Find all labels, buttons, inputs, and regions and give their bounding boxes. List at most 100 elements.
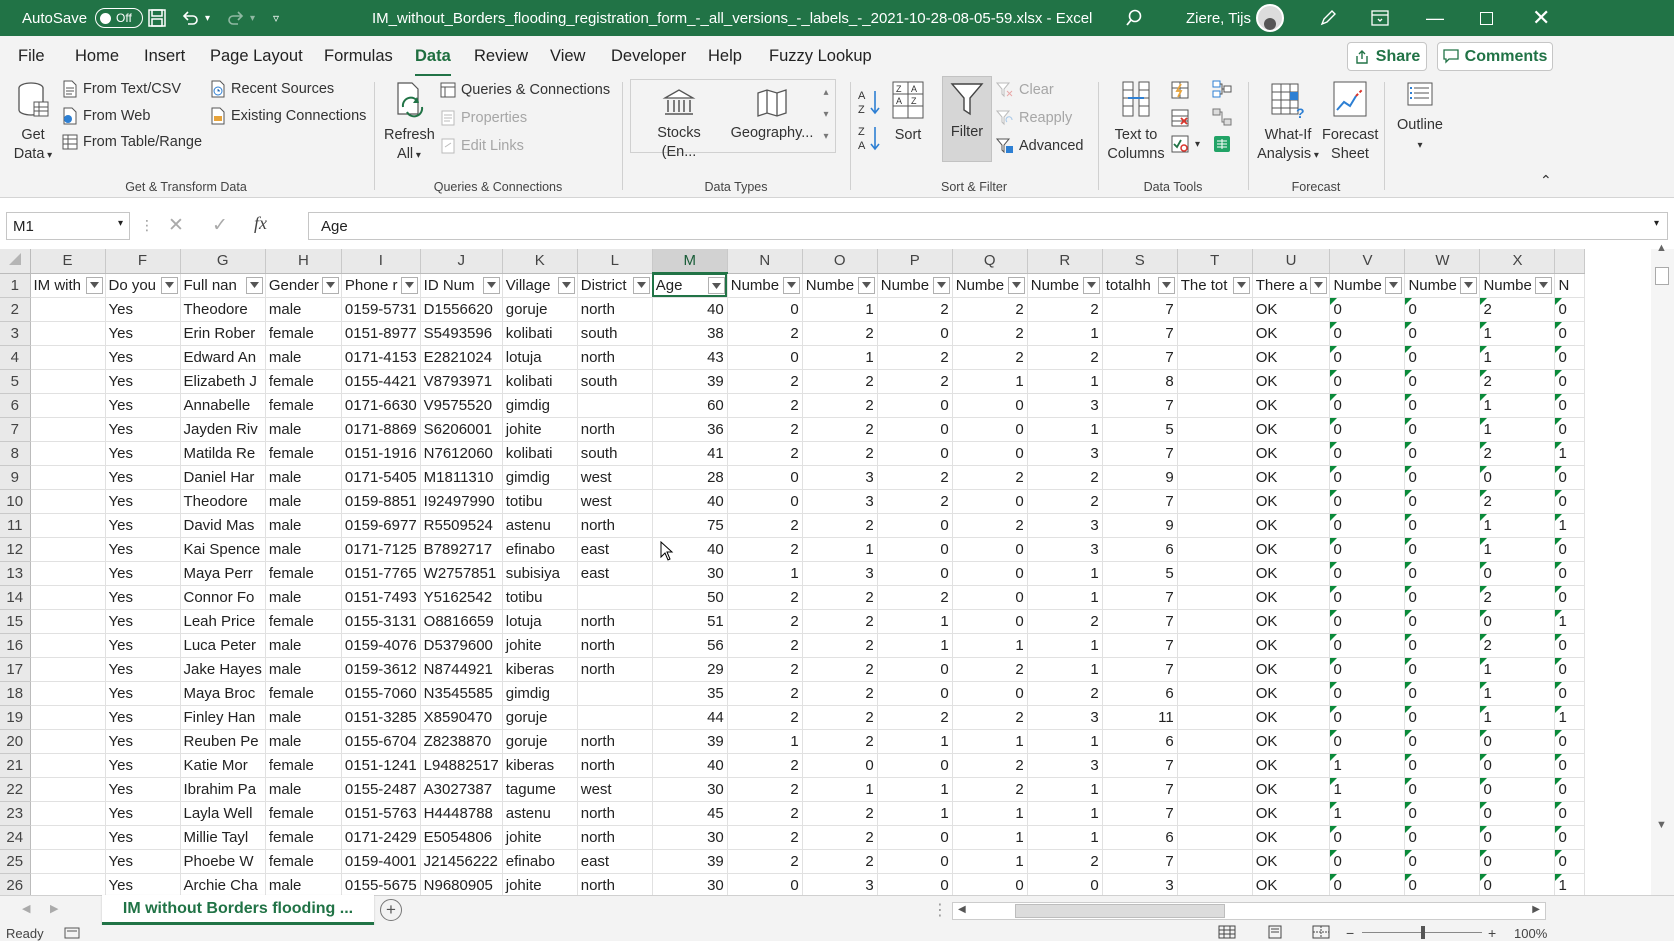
cell[interactable]: 2	[727, 825, 803, 850]
tab-fuzzy-lookup[interactable]: Fuzzy Lookup	[769, 47, 872, 66]
cell[interactable]: 0	[1404, 465, 1481, 490]
cell[interactable]: 2	[727, 441, 803, 466]
cell[interactable]: Kai Spence	[180, 537, 266, 562]
cell[interactable]: 2	[952, 321, 1028, 346]
cell[interactable]: 0	[1404, 297, 1481, 322]
cell[interactable]: kiberas	[502, 753, 578, 778]
cell[interactable]: west	[577, 465, 653, 490]
column-header[interactable]: I	[341, 249, 421, 274]
cell[interactable]: johite	[502, 633, 578, 658]
cell[interactable]: 0155-4421	[341, 369, 421, 394]
cell[interactable]	[30, 873, 106, 895]
cell[interactable]: 29	[652, 657, 728, 682]
cell[interactable]: 0	[1554, 537, 1586, 562]
cell[interactable]: OK	[1252, 729, 1331, 754]
cell[interactable]: OK	[1252, 489, 1331, 514]
tab-view[interactable]: View	[550, 47, 585, 66]
expand-formula-bar-icon[interactable]: ▾	[1654, 218, 1659, 229]
cell[interactable]: north	[577, 633, 653, 658]
cell[interactable]: east	[577, 537, 653, 562]
cell[interactable]: 0	[727, 465, 803, 490]
cell[interactable]: 2	[877, 369, 953, 394]
header-cell[interactable]: Numbe	[952, 273, 1028, 298]
cell[interactable]: OK	[1252, 585, 1331, 610]
cell[interactable]: 0	[1329, 345, 1406, 370]
cell[interactable]: 0	[952, 393, 1028, 418]
cell[interactable]: Yes	[105, 801, 181, 826]
header-cell[interactable]: Numbe	[727, 273, 803, 298]
filter-dropdown-icon[interactable]	[1535, 276, 1553, 294]
get-data-button[interactable]: Get Data ▾	[8, 80, 58, 165]
cell[interactable]: 0	[1329, 369, 1406, 394]
cell[interactable]: J21456222	[420, 849, 503, 874]
cell[interactable]: 0155-5675	[341, 873, 421, 895]
cell[interactable]: OK	[1252, 801, 1331, 826]
cell[interactable]: 0	[1554, 489, 1586, 514]
row-header[interactable]: 3	[0, 321, 31, 346]
undo-dropdown-icon[interactable]: ▾	[205, 0, 210, 36]
cell[interactable]	[1177, 417, 1253, 442]
cell[interactable]: 1	[1027, 369, 1103, 394]
cell[interactable]: 0	[727, 873, 803, 895]
cell[interactable]	[30, 513, 106, 538]
cell[interactable]: 2	[802, 393, 878, 418]
cell[interactable]: 0	[1329, 705, 1406, 730]
cell[interactable]: 2	[1479, 441, 1556, 466]
cell[interactable]: female	[265, 753, 342, 778]
cell[interactable]: 2	[877, 297, 953, 322]
select-all-corner[interactable]	[0, 249, 31, 274]
vertical-scrollbar[interactable]: ▲ ▼	[1651, 242, 1674, 895]
cell[interactable]: 7	[1102, 753, 1178, 778]
tab-home[interactable]: Home	[75, 47, 119, 66]
cell[interactable]: B7892717	[420, 537, 503, 562]
cell[interactable]: W2757851	[420, 561, 503, 586]
cell[interactable]: male	[265, 489, 342, 514]
cell[interactable]: 0	[1404, 489, 1481, 514]
cell[interactable]	[577, 585, 653, 610]
cell[interactable]: Annabelle	[180, 393, 266, 418]
cell[interactable]: 0159-4076	[341, 633, 421, 658]
cell[interactable]	[1177, 609, 1253, 634]
cell[interactable]: D1556620	[420, 297, 503, 322]
cell[interactable]	[1177, 369, 1253, 394]
row-header[interactable]: 7	[0, 417, 31, 442]
cell[interactable]: 1	[1027, 585, 1103, 610]
cell[interactable]: 2	[1479, 489, 1556, 514]
cell[interactable]	[1177, 537, 1253, 562]
cell[interactable]: 50	[652, 585, 728, 610]
cell[interactable]: 7	[1102, 585, 1178, 610]
cell[interactable]: 3	[1027, 753, 1103, 778]
cell[interactable]: 0	[1479, 465, 1556, 490]
cell[interactable]: 39	[652, 729, 728, 754]
row-header[interactable]: 26	[0, 873, 31, 895]
cell[interactable]: goruje	[502, 297, 578, 322]
cell[interactable]: Yes	[105, 849, 181, 874]
cell[interactable]: 45	[652, 801, 728, 826]
cell[interactable]: 1	[1027, 561, 1103, 586]
cell[interactable]: 0	[877, 825, 953, 850]
cell[interactable]: johite	[502, 873, 578, 895]
cell[interactable]: lotuja	[502, 345, 578, 370]
cell[interactable]: 51	[652, 609, 728, 634]
cell[interactable]: 2	[1027, 345, 1103, 370]
row-header[interactable]: 8	[0, 441, 31, 466]
cell[interactable]: 2	[727, 513, 803, 538]
cell[interactable]: 0	[1329, 441, 1406, 466]
zoom-out-icon[interactable]: −	[1346, 925, 1354, 941]
data-validation-button[interactable]: ▾	[1170, 134, 1200, 154]
cell[interactable]: 0	[1554, 321, 1586, 346]
cell[interactable]: N3545585	[420, 681, 503, 706]
cell[interactable]: 0	[1329, 561, 1406, 586]
cell[interactable]: 0	[1404, 345, 1481, 370]
cell[interactable]: 0	[952, 417, 1028, 442]
cell[interactable]: 2	[877, 585, 953, 610]
cell[interactable]: 1	[952, 369, 1028, 394]
cell[interactable]: 0	[1404, 849, 1481, 874]
row-header[interactable]: 21	[0, 753, 31, 778]
cell[interactable]: Yes	[105, 513, 181, 538]
cell[interactable]: 0159-6977	[341, 513, 421, 538]
cell[interactable]: OK	[1252, 393, 1331, 418]
cell[interactable]: 0	[727, 345, 803, 370]
tab-help[interactable]: Help	[708, 47, 742, 66]
cell[interactable]: 1	[952, 801, 1028, 826]
